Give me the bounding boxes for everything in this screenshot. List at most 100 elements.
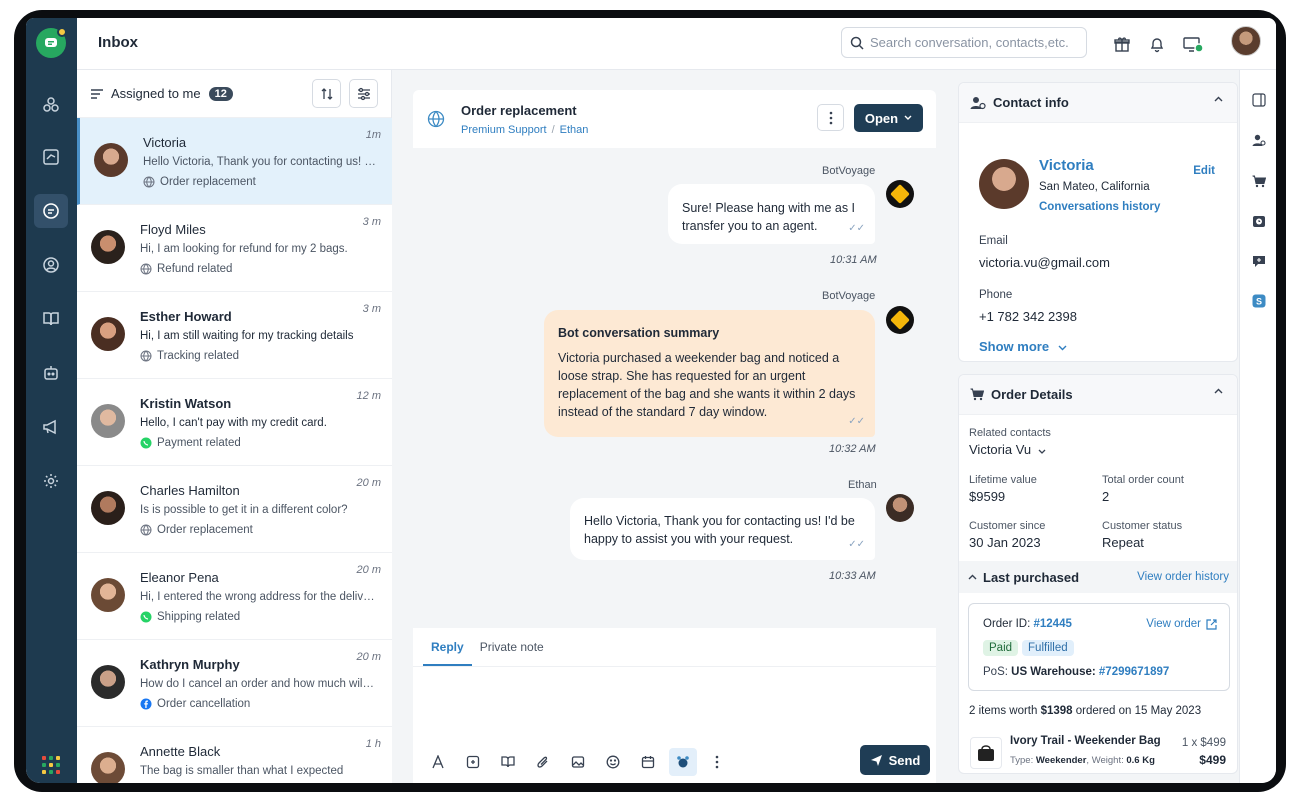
nav-bots[interactable] [34, 356, 68, 390]
nav-settings[interactable] [34, 464, 68, 498]
breadcrumb-group[interactable]: Premium Support [461, 124, 547, 136]
gift-icon[interactable] [1110, 32, 1134, 56]
breadcrumb-agent[interactable]: Ethan [560, 124, 589, 136]
conversation-item[interactable]: Esther Howard 3 m Hi, I am still waiting… [77, 292, 392, 379]
ai-assist-icon[interactable] [669, 748, 697, 776]
bell-icon[interactable] [1145, 32, 1169, 56]
text-format-icon[interactable] [427, 751, 449, 773]
conversation-item[interactable]: Kathryn Murphy 20 m How do I cancel an o… [77, 640, 392, 727]
user-circle-icon [43, 257, 59, 273]
view-order-history-link[interactable]: View order history [1137, 571, 1229, 583]
nav-conversations[interactable] [34, 194, 68, 228]
summary-date: 15 May 2023 [1134, 705, 1202, 717]
image-icon[interactable] [567, 751, 589, 773]
avatar [91, 752, 125, 783]
summary-title: Bot conversation summary [558, 326, 720, 340]
contact-info-header[interactable]: Contact info [959, 83, 1237, 123]
canned-response-icon[interactable] [462, 751, 484, 773]
conversation-item[interactable]: Annette Black 1 h The bag is smaller tha… [77, 727, 392, 783]
conversation-item[interactable]: Floyd Miles 3 m Hi, I am looking for ref… [77, 205, 392, 292]
order-details-header[interactable]: Order Details [959, 375, 1237, 415]
nav-knowledge-base[interactable] [34, 302, 68, 336]
emoji-icon[interactable] [602, 751, 624, 773]
apps-grid-icon[interactable] [42, 756, 60, 774]
send-button[interactable]: Send [860, 745, 930, 775]
filter-label[interactable]: Assigned to me [111, 86, 201, 101]
product-name[interactable]: Ivory Trail - Weekender Bag [1010, 735, 1161, 747]
cart-icon[interactable] [1251, 173, 1267, 189]
message-sender: BotVoyage [822, 165, 876, 177]
conversation-item[interactable]: Charles Hamilton 20 m Is is possible to … [77, 466, 392, 553]
book-icon [43, 312, 59, 326]
conversation-item[interactable]: Eleanor Pena 20 m Hi, I entered the wron… [77, 553, 392, 640]
conversation-time: 12 m [356, 390, 381, 402]
tag-label: Order cancellation [157, 698, 251, 710]
product-weight: 0.6 Kg [1126, 755, 1155, 766]
tab-private-note[interactable]: Private note [472, 628, 552, 666]
timer-icon[interactable] [1251, 213, 1267, 229]
contact-name: Floyd Miles [140, 222, 206, 237]
chevron-up-icon[interactable] [968, 574, 977, 580]
details-panel: Contact info Victoria San Mateo, Califor… [937, 70, 1239, 783]
summary-bubble: Bot conversation summary Victoria purcha… [544, 310, 875, 437]
nav-contacts[interactable] [34, 248, 68, 282]
calendar-icon[interactable] [637, 751, 659, 773]
related-contacts-dropdown[interactable]: Victoria Vu [969, 442, 1046, 457]
shopify-icon[interactable]: S [1251, 293, 1267, 309]
search-box[interactable] [841, 27, 1087, 58]
conversation-list: Assigned to me 12 Victoria 1m Hello Vict… [77, 70, 392, 783]
view-order-link[interactable]: View order [1146, 618, 1217, 630]
tab-reply[interactable]: Reply [423, 628, 472, 666]
conversations-history-link[interactable]: Conversations history [1039, 201, 1160, 213]
nav-tickets[interactable] [34, 140, 68, 174]
message-preview: The bag is smaller than what I expected [140, 765, 344, 777]
search-input[interactable] [870, 35, 1080, 50]
phone-value: +1 782 342 2398 [979, 309, 1077, 324]
avatar [91, 404, 125, 438]
pos-id-link[interactable]: #7299671897 [1099, 666, 1169, 678]
nav-dashboard[interactable] [34, 88, 68, 122]
order-id: Order ID: #12445 [983, 618, 1072, 630]
show-more-link[interactable]: Show more [979, 339, 1067, 354]
avatar [94, 143, 128, 177]
pos-line: PoS: US Warehouse: #7299671897 [983, 666, 1169, 678]
knowledge-base-icon[interactable] [497, 751, 519, 773]
breadcrumb: Premium Support / Ethan [461, 124, 589, 136]
search-icon [850, 36, 864, 50]
contact-name: Victoria [143, 135, 187, 150]
product-weight-label: Weight: [1091, 755, 1124, 766]
contact-name[interactable]: Victoria [1039, 157, 1094, 174]
conversation-item[interactable]: Victoria 1m Hello Victoria, Thank you fo… [77, 118, 392, 205]
chat-note-icon[interactable] [1251, 253, 1267, 269]
order-id-link[interactable]: #12445 [1034, 618, 1072, 630]
chevron-up-icon[interactable] [1214, 388, 1223, 394]
more-options-button[interactable] [817, 104, 844, 131]
sort-button[interactable] [312, 79, 341, 108]
product-total: $499 [1199, 753, 1226, 767]
reply-textarea[interactable] [427, 674, 922, 744]
edit-contact-link[interactable]: Edit [1193, 165, 1215, 177]
conversation-tag: Order replacement [143, 176, 256, 188]
menu-lines-icon[interactable] [91, 88, 103, 99]
attachment-icon[interactable] [532, 751, 554, 773]
fulfilled-badge: Fulfilled [1022, 640, 1074, 656]
conversation-item[interactable]: Kristin Watson 12 m Hello, I can't pay w… [77, 379, 392, 466]
order-details-card: Order Details Related contacts Victoria … [958, 374, 1238, 774]
order-summary-line: 2 items worth $1398 ordered on 15 May 20… [969, 705, 1201, 717]
collapse-panel-icon[interactable] [1251, 92, 1267, 108]
app-logo[interactable] [36, 27, 67, 58]
customer-since-label: Customer since [969, 520, 1046, 532]
conversation-tag: Order cancellation [140, 698, 250, 710]
agent-status-icon[interactable] [1181, 32, 1205, 56]
chevron-up-icon[interactable] [1214, 96, 1223, 102]
avatar [91, 317, 125, 351]
total-order-count: 2 [1102, 489, 1110, 504]
filter-button[interactable] [349, 79, 378, 108]
more-tools-icon[interactable] [706, 751, 728, 773]
message-bubble: Sure! Please hang with me as I transfer … [668, 184, 875, 244]
user-avatar[interactable] [1231, 26, 1261, 56]
nav-campaigns[interactable] [34, 410, 68, 444]
contact-icon[interactable] [1251, 132, 1267, 148]
status-dropdown-button[interactable]: Open [854, 104, 923, 132]
message-preview: Hi, I am still waiting for my tracking d… [140, 330, 354, 342]
